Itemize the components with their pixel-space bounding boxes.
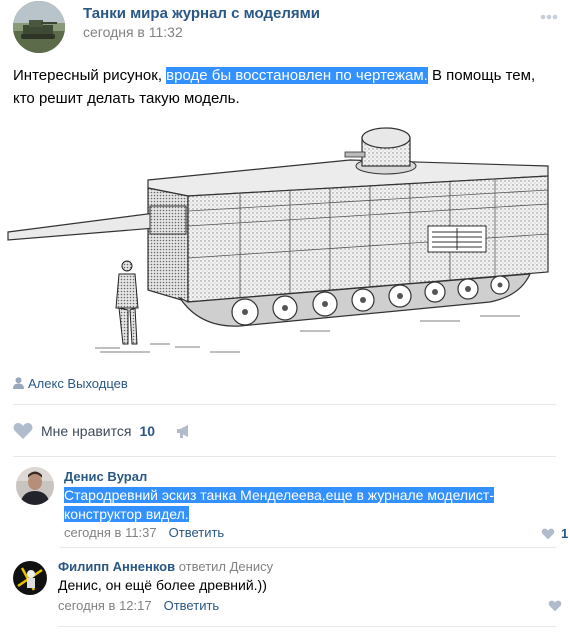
post-text: Интересный рисунок, вроде бы восстановле…	[13, 64, 553, 110]
like-count: 10	[139, 423, 156, 439]
comment-date[interactable]: сегодня в 11:37	[64, 525, 157, 540]
commenter-avatar[interactable]	[12, 560, 48, 596]
heart-icon	[13, 423, 33, 439]
comment: Денис Вурал Стародревний эскиз танка Мен…	[0, 465, 570, 545]
post-image-tank-drawing[interactable]	[0, 116, 570, 364]
group-avatar[interactable]	[13, 1, 65, 53]
post-text-highlighted: вроде бы восстановлен по чертежам.	[166, 67, 428, 84]
divider	[13, 404, 556, 405]
comment-text: Денис, он ещё более древний.))	[58, 577, 267, 593]
divider	[13, 456, 556, 457]
comment-text-highlighted: Стародревний эскиз танка Менделеева,еще …	[64, 487, 494, 522]
comment-author-line: Филипп Анненков ответил Денису	[58, 559, 273, 574]
comment: Филипп Анненков ответил Денису Денис, он…	[0, 555, 570, 625]
comment-text: Стародревний эскиз танка Менделеева,еще …	[64, 486, 524, 524]
post-text-start: Интересный рисунок,	[13, 67, 167, 84]
like-label: Мне нравится	[41, 423, 132, 439]
person-icon	[13, 377, 24, 389]
divider	[60, 547, 556, 548]
group-name-link[interactable]: Танки мира журнал с моделями	[83, 5, 320, 22]
comment-like-button[interactable]: 1	[541, 526, 568, 541]
comment-date[interactable]: сегодня в 12:17	[58, 598, 152, 613]
post-author-signature[interactable]: Алекс Выходцев	[13, 374, 128, 392]
post-author-name[interactable]: Алекс Выходцев	[28, 376, 128, 391]
heart-icon	[541, 528, 555, 539]
comment-meta: сегодня в 12:17 Ответить	[58, 598, 219, 613]
like-button[interactable]: Мне нравится 10	[13, 422, 155, 440]
comment-meta: сегодня в 11:37 Ответить	[64, 525, 224, 540]
comment-author[interactable]: Филипп Анненков	[58, 559, 175, 574]
megaphone-icon[interactable]	[175, 422, 193, 440]
post-actions: Мне нравится 10	[13, 419, 193, 443]
reply-button[interactable]: Ответить	[164, 598, 220, 613]
comment-like-button[interactable]	[548, 600, 562, 612]
more-dots-icon[interactable]	[540, 7, 558, 20]
post-date[interactable]: сегодня в 11:32	[83, 24, 183, 40]
reply-button[interactable]: Ответить	[169, 525, 225, 540]
replied-to-link[interactable]: Денису	[230, 559, 273, 574]
comment-like-count: 1	[561, 526, 569, 541]
commenter-avatar[interactable]	[16, 467, 54, 505]
replied-prefix: ответил	[178, 559, 226, 574]
post-header: Танки мира журнал с моделями сегодня в 1…	[13, 1, 558, 53]
comment-author[interactable]: Денис Вурал	[64, 469, 147, 484]
divider	[58, 626, 556, 627]
heart-icon	[548, 600, 562, 612]
